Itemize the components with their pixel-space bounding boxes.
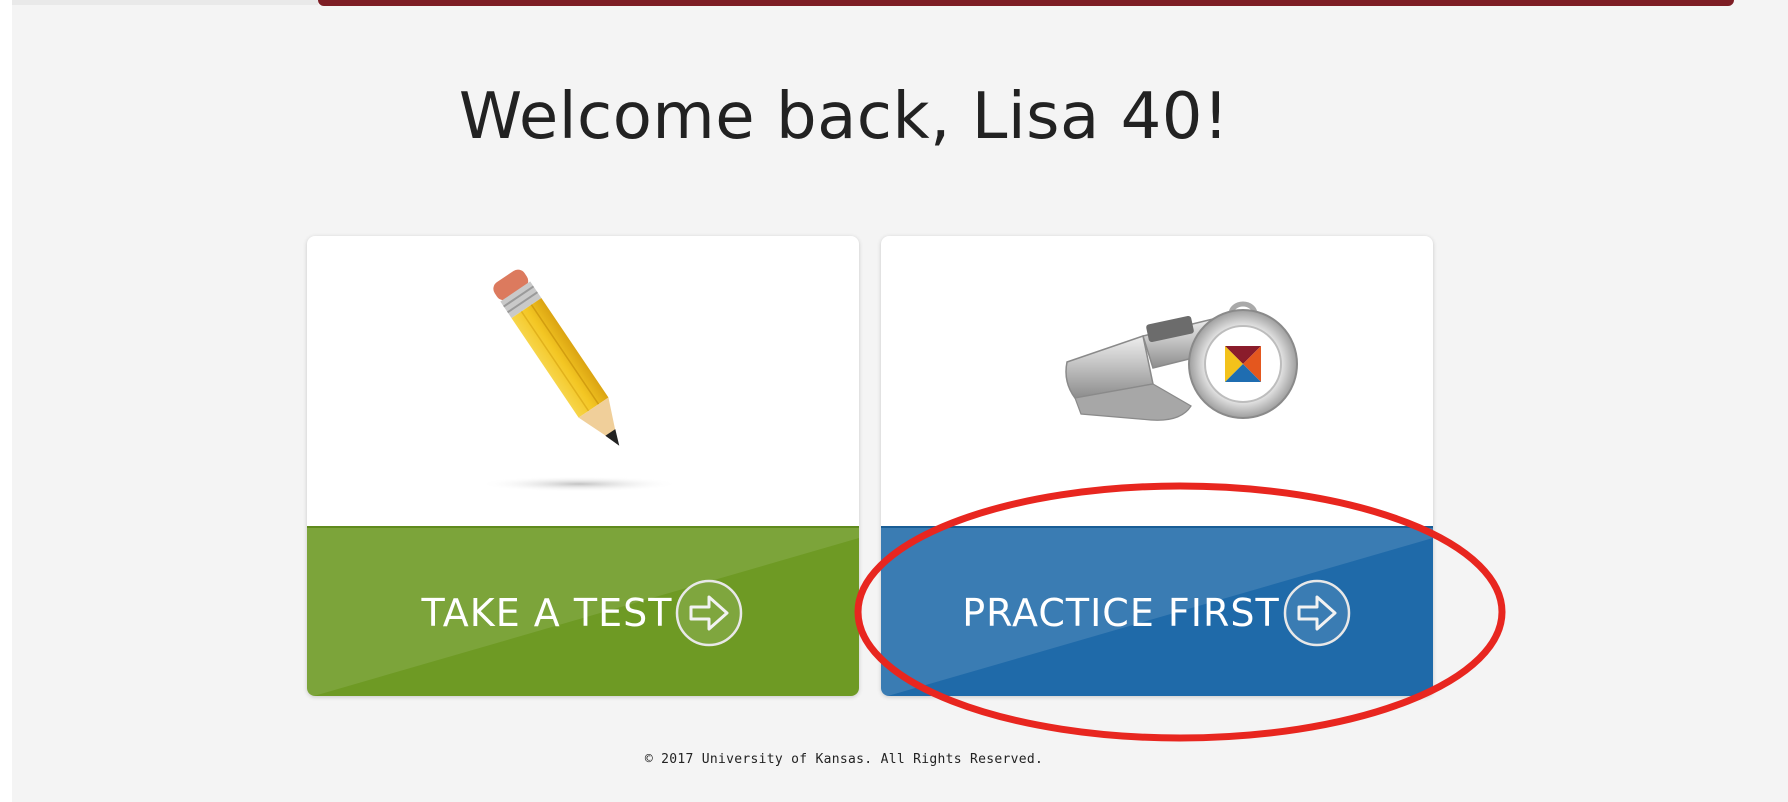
- whistle-icon: [1065, 301, 1298, 421]
- practice-first-image: [881, 236, 1433, 526]
- pencil-icon: [479, 269, 679, 492]
- page: Welcome back, Lisa 40! TAKE A TEST PRACT…: [12, 0, 1788, 802]
- footer-copyright: © 2017 University of Kansas. All Rights …: [644, 752, 1044, 767]
- take-test-card: TAKE A TEST: [307, 236, 859, 696]
- page-title: Welcome back, Lisa 40!: [458, 80, 1230, 154]
- take-test-label: TAKE A TEST: [421, 591, 673, 635]
- header-accent-bar: [318, 0, 1734, 6]
- header-bar-left: [12, 0, 318, 5]
- arrow-right-circle-icon: [1283, 579, 1350, 647]
- practice-first-label: PRACTICE FIRST: [962, 591, 1280, 635]
- take-test-button[interactable]: TAKE A TEST: [307, 526, 859, 696]
- practice-first-card: PRACTICE FIRST: [881, 236, 1433, 696]
- practice-first-button[interactable]: PRACTICE FIRST: [881, 526, 1433, 696]
- arrow-right-circle-icon: [676, 579, 743, 647]
- take-test-image: [307, 236, 859, 526]
